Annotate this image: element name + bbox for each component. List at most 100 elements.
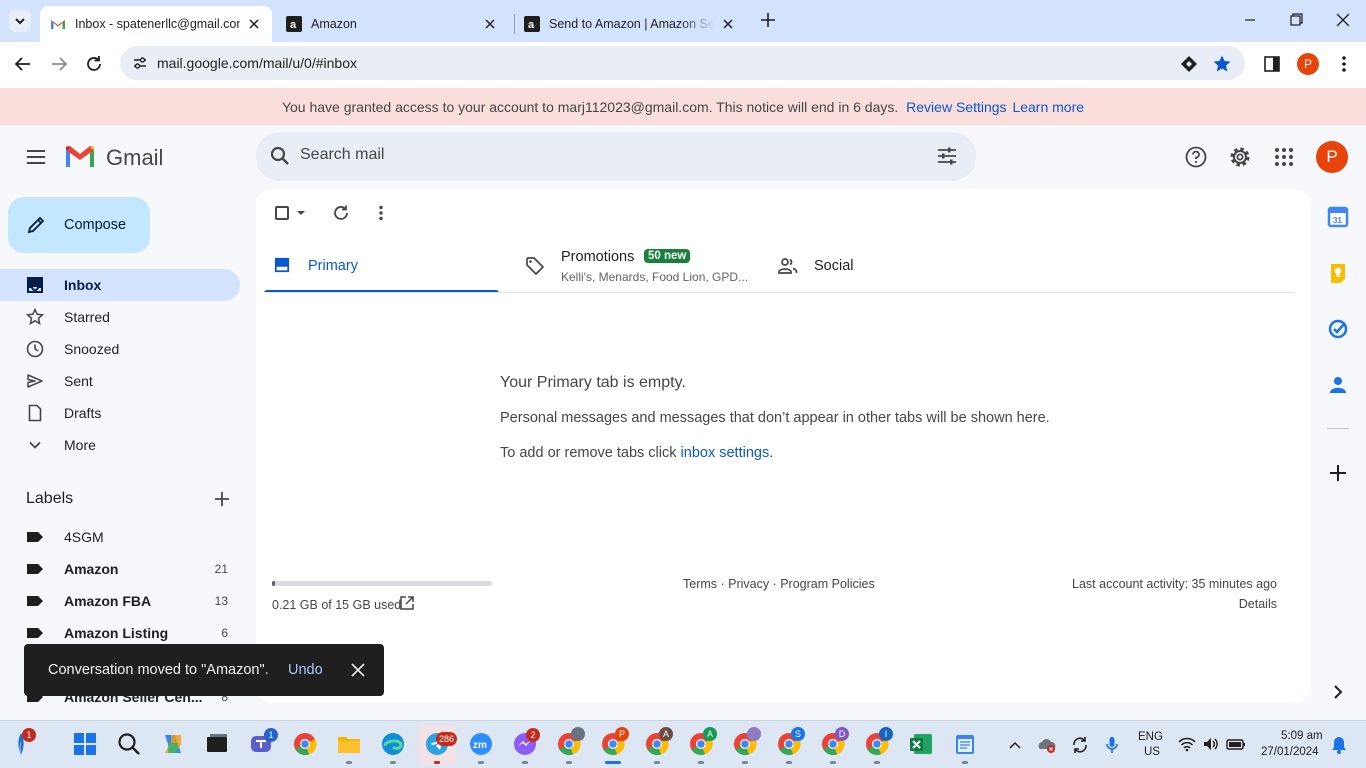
get-addons-plus-icon[interactable]: [1327, 462, 1349, 484]
gmail-logo-icon[interactable]: [64, 145, 96, 169]
compose-label: Compose: [64, 217, 127, 233]
contacts-icon[interactable]: [1327, 374, 1349, 396]
sidebar-item-snoozed[interactable]: Snoozed: [0, 333, 240, 365]
restore-icon[interactable]: [1286, 10, 1306, 30]
browser-profile-avatar[interactable]: P: [1297, 53, 1319, 75]
close-tab-icon[interactable]: [720, 16, 736, 32]
browser-tab-send-to-amazon[interactable]: a Send to Amazon | Amazon Seller: [514, 6, 746, 42]
label-name: Amazon FBA: [64, 593, 152, 609]
search-input[interactable]: [300, 146, 900, 164]
reload-icon[interactable]: [83, 53, 105, 75]
notepad-icon[interactable]: [952, 731, 978, 757]
review-settings-link[interactable]: Review Settings: [906, 99, 1006, 115]
sidebar-item-more[interactable]: More: [0, 429, 240, 461]
select-dropdown-icon[interactable]: [296, 208, 306, 218]
wifi-icon[interactable]: [1178, 736, 1196, 752]
pencil-icon: [27, 216, 45, 234]
sidebar-item-inbox[interactable]: Inbox: [0, 269, 240, 301]
account-avatar[interactable]: P: [1316, 141, 1348, 173]
new-tab-icon[interactable]: [758, 10, 778, 30]
microphone-icon[interactable]: [1102, 735, 1122, 755]
more-actions-icon[interactable]: [372, 204, 390, 222]
close-window-icon[interactable]: [1333, 10, 1353, 30]
task-view-icon[interactable]: [204, 731, 230, 757]
snackbar-message: Conversation moved to "Amazon".: [48, 662, 269, 678]
gmail-logo-text: Gmail: [106, 145, 164, 170]
apps-grid-icon[interactable]: [1272, 145, 1296, 169]
side-panel-divider: [1327, 428, 1349, 429]
browser-menu-icon[interactable]: [1334, 54, 1354, 74]
forward-icon[interactable]: [48, 53, 70, 75]
language-indicator[interactable]: ENG: [1138, 731, 1163, 743]
address-bar[interactable]: mail.google.com/mail/u/0/#inbox: [120, 46, 1245, 80]
calendar-icon[interactable]: 31: [1327, 206, 1349, 228]
bookmark-star-icon[interactable]: [1212, 54, 1232, 74]
search-bar[interactable]: [256, 132, 976, 181]
onedrive-sync-icon[interactable]: [1036, 735, 1058, 755]
volume-icon[interactable]: [1202, 736, 1220, 752]
back-icon[interactable]: [12, 53, 34, 75]
running-indicator: [566, 761, 572, 764]
browser-tab-gmail[interactable]: Inbox - spatenerllc@gmail.com: [40, 6, 272, 42]
open-external-icon[interactable]: [399, 595, 415, 611]
site-info-icon[interactable]: [132, 55, 148, 71]
keep-notes-icon[interactable]: [1327, 262, 1349, 284]
expand-side-panel-icon[interactable]: [1327, 681, 1349, 703]
side-panel-icon[interactable]: [1262, 54, 1282, 74]
search-options-icon[interactable]: [936, 145, 958, 167]
tab-search-button[interactable]: [9, 10, 31, 32]
minimize-icon[interactable]: [1240, 10, 1260, 30]
excel-icon[interactable]: [908, 731, 934, 757]
close-tab-icon[interactable]: [246, 16, 262, 32]
file-explorer-icon[interactable]: [336, 731, 362, 757]
support-icon[interactable]: [1184, 145, 1208, 169]
sidebar-item-drafts[interactable]: Drafts: [0, 397, 240, 429]
browser-tab-amazon[interactable]: a Amazon: [276, 6, 508, 42]
tab-label: Primary: [308, 258, 358, 274]
label-4sgm[interactable]: 4SGM: [0, 521, 240, 553]
extension-icon[interactable]: [1180, 55, 1198, 73]
copilot-icon[interactable]: [160, 731, 186, 757]
clock-time[interactable]: 5:09 am: [1281, 730, 1323, 742]
footer-policy-links[interactable]: Terms · Privacy · Program Policies: [683, 577, 875, 591]
sidebar-item-label: Sent: [64, 373, 93, 389]
avatar-initial: P: [1326, 147, 1338, 166]
learn-more-link[interactable]: Learn more: [1012, 99, 1084, 115]
refresh-icon[interactable]: [332, 204, 350, 222]
tab-label: Promotions: [561, 249, 635, 265]
close-tab-icon[interactable]: [482, 16, 498, 32]
sidebar-item-starred[interactable]: Starred: [0, 301, 240, 333]
undo-button[interactable]: Undo: [288, 662, 323, 678]
windows-start-icon[interactable]: [72, 731, 98, 757]
teams-badge: 1: [264, 728, 278, 742]
chrome-icon[interactable]: [292, 731, 318, 757]
tab-promotions[interactable]: Promotions 50 new Kelli's, Menards, Food…: [499, 235, 752, 293]
tab-social[interactable]: Social: [752, 235, 992, 293]
compose-button[interactable]: Compose: [8, 197, 150, 253]
close-snackbar-icon[interactable]: [350, 662, 366, 678]
tab-primary[interactable]: Primary: [264, 235, 499, 293]
show-hidden-icons-icon[interactable]: [1006, 736, 1024, 754]
tasks-icon[interactable]: [1327, 318, 1349, 340]
browser-toolbar: mail.google.com/mail/u/0/#inbox P: [0, 42, 1366, 88]
sidebar-item-label: Snoozed: [64, 341, 120, 357]
main-menu-icon[interactable]: [24, 145, 48, 169]
label-amazon[interactable]: Amazon 21: [0, 553, 240, 585]
running-indicator: [605, 761, 621, 764]
zoom-icon[interactable]: zm: [468, 731, 494, 757]
sync-icon[interactable]: [1070, 735, 1090, 755]
notification-bell-icon[interactable]: [1330, 735, 1348, 755]
select-all-checkbox[interactable]: [275, 206, 289, 220]
search-icon[interactable]: [269, 145, 291, 167]
inbox-settings-link[interactable]: inbox settings: [681, 445, 770, 461]
search-icon[interactable]: [116, 731, 142, 757]
activity-details-link[interactable]: Details: [1239, 597, 1277, 611]
edge-icon[interactable]: [380, 731, 406, 757]
settings-gear-icon[interactable]: [1228, 145, 1252, 169]
sidebar-item-sent[interactable]: Sent: [0, 365, 240, 397]
add-label-icon[interactable]: [212, 489, 232, 509]
toast-snackbar: Conversation moved to "Amazon". Undo: [24, 644, 384, 696]
battery-icon[interactable]: [1226, 736, 1246, 752]
chevron-down-icon: [15, 18, 25, 25]
label-amazon-fba[interactable]: Amazon FBA 13: [0, 585, 240, 617]
